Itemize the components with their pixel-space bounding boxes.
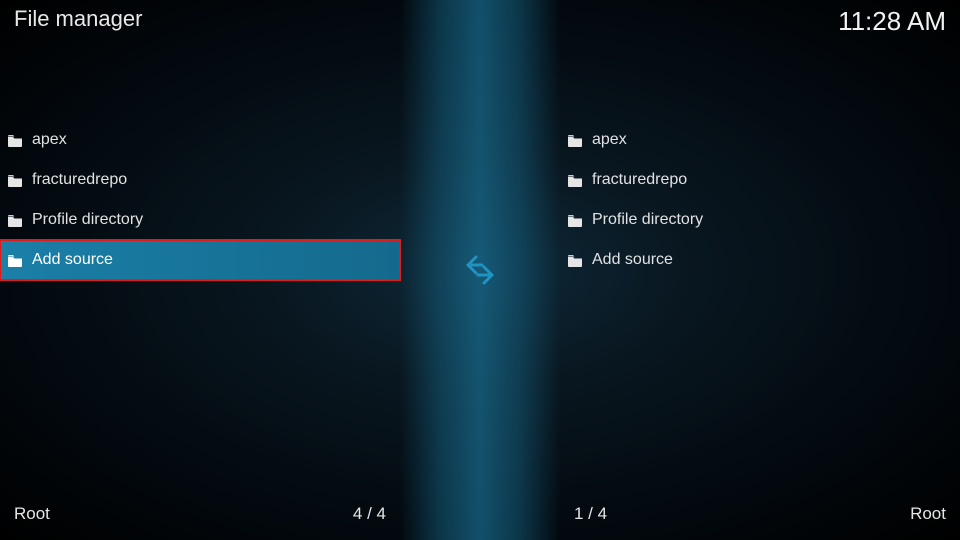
page-title: File manager xyxy=(14,6,142,32)
clock: 11:28 AM xyxy=(838,6,946,37)
add-source-item[interactable]: Add source xyxy=(560,240,960,280)
footer-left: Root 4 / 4 xyxy=(0,488,400,540)
list-item[interactable]: apex xyxy=(0,120,400,160)
list-item-label: Add source xyxy=(592,251,673,269)
list-item-label: fracturedrepo xyxy=(32,171,127,189)
list-item[interactable]: Profile directory xyxy=(0,200,400,240)
add-source-item[interactable]: Add source xyxy=(0,240,400,280)
left-pane: apex fracturedrepo Profile directory Add… xyxy=(0,120,400,480)
footer-path: Root xyxy=(14,504,50,524)
folder-icon xyxy=(8,134,22,146)
folder-icon xyxy=(568,134,582,146)
list-item[interactable]: fracturedrepo xyxy=(560,160,960,200)
list-item[interactable]: apex xyxy=(560,120,960,160)
footer-count: 4 / 4 xyxy=(353,504,386,524)
footer: Root 4 / 4 1 / 4 Root xyxy=(0,488,960,540)
folder-icon xyxy=(8,214,22,226)
list-item[interactable]: Profile directory xyxy=(560,200,960,240)
list-item[interactable]: fracturedrepo xyxy=(0,160,400,200)
folder-icon xyxy=(568,214,582,226)
transfer-arrows-icon xyxy=(462,252,498,288)
list-item-label: apex xyxy=(592,131,627,149)
footer-path: Root xyxy=(910,504,946,524)
list-item-label: Profile directory xyxy=(32,211,143,229)
list-item-label: Add source xyxy=(32,251,113,269)
folder-icon xyxy=(8,174,22,186)
folder-icon xyxy=(568,174,582,186)
footer-count: 1 / 4 xyxy=(574,504,607,524)
footer-right: 1 / 4 Root xyxy=(560,488,960,540)
folder-icon xyxy=(8,254,22,266)
list-item-label: Profile directory xyxy=(592,211,703,229)
list-item-label: apex xyxy=(32,131,67,149)
right-pane: apex fracturedrepo Profile directory Add… xyxy=(560,120,960,480)
folder-icon xyxy=(568,254,582,266)
list-item-label: fracturedrepo xyxy=(592,171,687,189)
panes: apex fracturedrepo Profile directory Add… xyxy=(0,120,960,480)
footer-mid xyxy=(400,488,560,540)
pane-gap xyxy=(400,120,560,480)
